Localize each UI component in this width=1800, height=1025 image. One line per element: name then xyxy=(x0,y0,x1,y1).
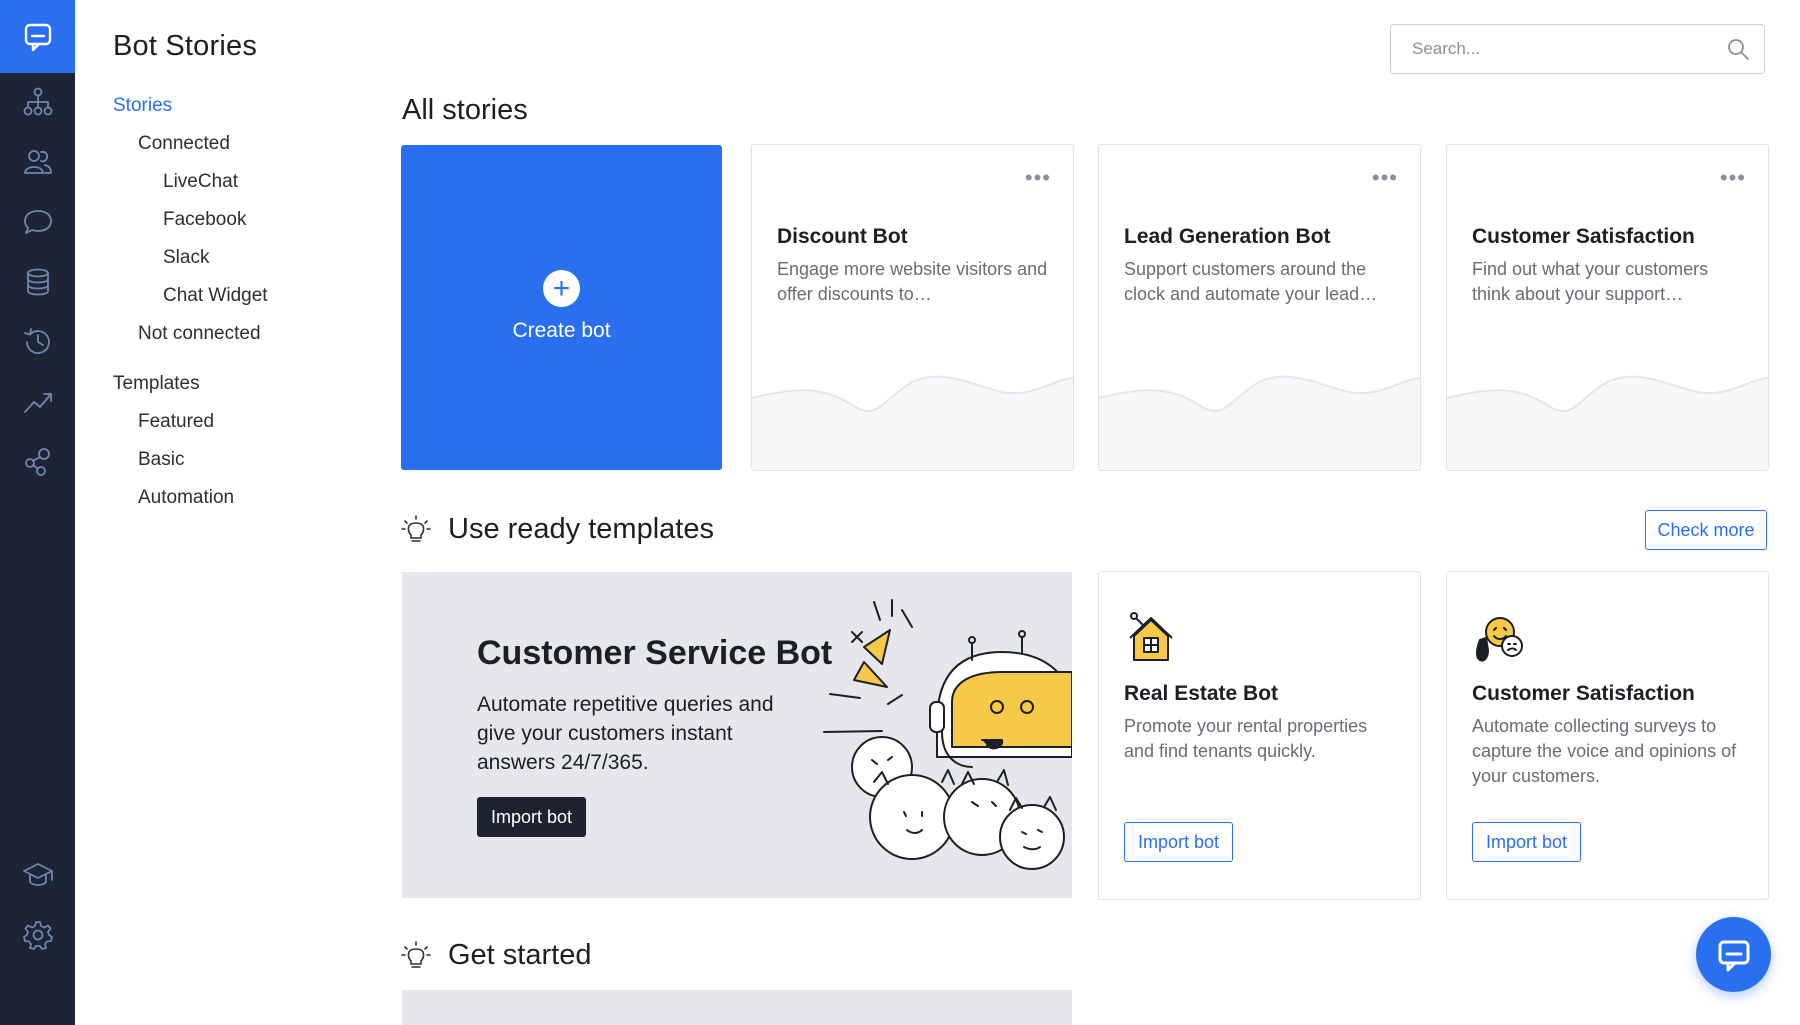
template-title: Customer Satisfaction xyxy=(1472,682,1695,705)
nav-templates[interactable]: Templates xyxy=(113,373,200,395)
robot-illustration xyxy=(823,599,1072,870)
import-bot-button[interactable]: Import bot xyxy=(477,797,587,837)
get-started-heading: Get started xyxy=(448,939,592,971)
chat-icon xyxy=(1718,940,1749,971)
lightbulb-icon xyxy=(401,941,431,968)
chat-widget-button[interactable] xyxy=(1696,917,1771,992)
wave-decoration xyxy=(752,375,1073,470)
get-started-card[interactable] xyxy=(402,990,1072,1025)
clock-icon xyxy=(23,328,50,354)
nav-livechat[interactable]: LiveChat xyxy=(163,171,238,193)
secondary-nav: Bot Stories Stories Connected LiveChat F… xyxy=(75,0,365,1025)
story-card[interactable]: ••• Customer Satisfaction Find out what … xyxy=(1446,144,1769,471)
search-icon[interactable] xyxy=(1726,37,1750,61)
search-input[interactable] xyxy=(1391,25,1711,73)
check-more-button[interactable]: Check more xyxy=(1645,510,1767,550)
template-card[interactable]: Customer Satisfaction Automate collectin… xyxy=(1446,571,1769,900)
all-stories-heading: All stories xyxy=(402,94,528,126)
rail-item-bot-stories[interactable] xyxy=(0,72,75,132)
template-description: Automate collecting surveys to capture t… xyxy=(1472,716,1737,786)
rail-item-history[interactable] xyxy=(0,312,75,372)
chat-bubble-icon xyxy=(23,210,52,234)
import-bot-button[interactable]: Import bot xyxy=(1472,822,1582,862)
nav-connected[interactable]: Connected xyxy=(138,133,230,155)
nav-stories[interactable]: Stories xyxy=(113,95,172,117)
nav-automation[interactable]: Automation xyxy=(138,487,234,509)
users-icon xyxy=(23,150,52,174)
rail-item-settings[interactable] xyxy=(0,905,75,965)
story-description: Support customers around the clock and a… xyxy=(1124,259,1378,304)
chatbot-logo[interactable] xyxy=(0,0,75,73)
gear-icon xyxy=(22,921,53,950)
story-description: Engage more website visitors and offer d… xyxy=(777,259,1048,304)
featured-template-card[interactable]: Customer Service Bot Automate repetitive… xyxy=(402,572,1072,898)
lightbulb-icon xyxy=(401,515,431,542)
database-icon xyxy=(26,268,49,296)
story-title: Lead Generation Bot xyxy=(1124,225,1331,248)
nav-featured[interactable]: Featured xyxy=(138,411,214,433)
integrations-icon xyxy=(24,448,50,476)
house-icon xyxy=(1129,612,1173,661)
featured-description: Automate repetitive queries and give you… xyxy=(477,693,774,774)
templates-heading: Use ready templates xyxy=(448,513,714,545)
rail-item-chats[interactable] xyxy=(0,192,75,252)
story-card[interactable]: ••• Lead Generation Bot Support customer… xyxy=(1098,144,1421,471)
search-box xyxy=(1390,24,1765,74)
more-options-icon[interactable]: ••• xyxy=(1025,167,1051,189)
story-description: Find out what your customers think about… xyxy=(1472,259,1709,304)
story-card[interactable]: ••• Discount Bot Engage more website vis… xyxy=(751,144,1074,471)
import-bot-button[interactable]: Import bot xyxy=(1124,822,1234,862)
graduation-cap-icon xyxy=(22,863,53,886)
rail-item-database[interactable] xyxy=(0,252,75,312)
more-options-icon[interactable]: ••• xyxy=(1720,167,1746,189)
create-bot-card[interactable]: + Create bot xyxy=(401,145,722,470)
wave-decoration xyxy=(1447,375,1768,470)
trend-up-icon xyxy=(23,393,52,413)
sitemap-icon xyxy=(23,87,52,116)
nav-chat-widget[interactable]: Chat Widget xyxy=(163,285,268,307)
chat-logo-icon xyxy=(24,23,51,51)
nav-facebook[interactable]: Facebook xyxy=(163,209,246,231)
story-title: Discount Bot xyxy=(777,225,908,248)
page-title: Bot Stories xyxy=(113,30,258,62)
story-title: Customer Satisfaction xyxy=(1472,225,1695,248)
template-card[interactable]: Real Estate Bot Promote your rental prop… xyxy=(1098,571,1421,900)
rail-item-learn[interactable] xyxy=(0,845,75,905)
nav-basic[interactable]: Basic xyxy=(138,449,184,471)
template-title: Real Estate Bot xyxy=(1124,682,1279,705)
featured-title: Customer Service Bot xyxy=(477,634,833,672)
nav-slack[interactable]: Slack xyxy=(163,247,209,269)
wave-decoration xyxy=(1099,375,1420,470)
plus-icon: + xyxy=(543,270,580,307)
smiley-faces-icon xyxy=(1476,617,1523,662)
nav-not-connected[interactable]: Not connected xyxy=(138,323,261,345)
more-options-icon[interactable]: ••• xyxy=(1372,167,1398,189)
create-bot-label: Create bot xyxy=(512,319,611,342)
rail-item-integrations[interactable] xyxy=(0,432,75,492)
rail-item-customers[interactable] xyxy=(0,132,75,192)
icon-rail xyxy=(0,0,75,1025)
template-description: Promote your rental properties and find … xyxy=(1124,716,1368,761)
rail-item-reports[interactable] xyxy=(0,372,75,432)
